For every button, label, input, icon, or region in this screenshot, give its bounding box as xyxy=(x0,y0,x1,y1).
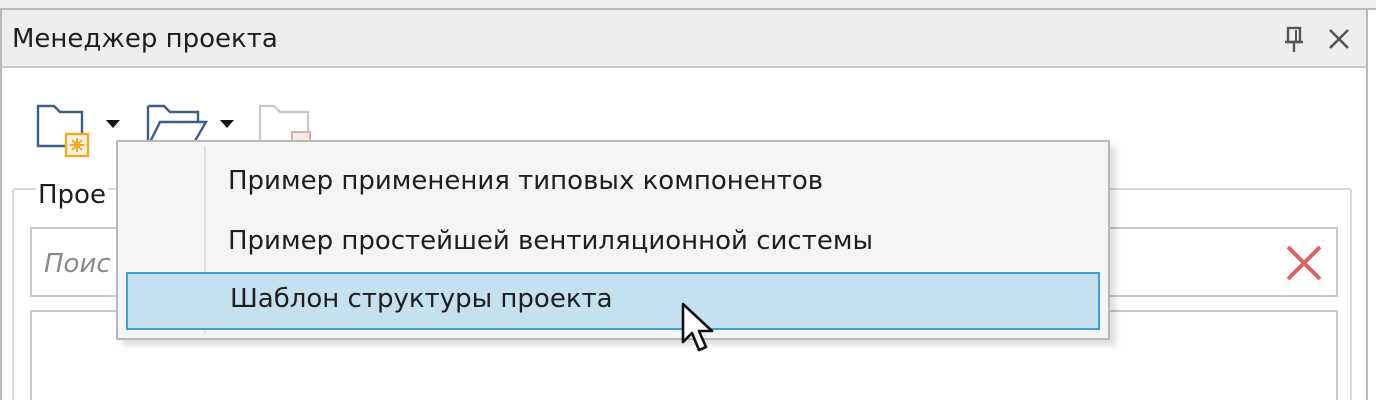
menu-item-label: Пример применения типовых компонентов xyxy=(228,166,824,196)
project-group-label: Прое xyxy=(36,180,108,210)
top-strip xyxy=(0,0,1376,10)
close-icon[interactable] xyxy=(1324,22,1354,54)
menu-item-typical-components[interactable]: Пример применения типовых компонентов xyxy=(126,154,1100,212)
menu-item-ventilation-system[interactable]: Пример простейшей вентиляционной системы xyxy=(126,214,1100,272)
pin-icon[interactable] xyxy=(1280,22,1310,54)
menu-item-label: Шаблон структуры проекта xyxy=(230,284,613,314)
menu-item-label: Пример простейшей вентиляционной системы xyxy=(228,226,873,256)
panel-header: Менеджер проекта xyxy=(2,10,1366,68)
screen: Менеджер проекта Прое Поис Пример примен… xyxy=(0,0,1376,400)
menu-item-project-structure-template[interactable]: Шаблон структуры проекта xyxy=(126,272,1100,330)
clear-search-icon[interactable] xyxy=(1284,243,1324,283)
template-dropdown-menu: Пример применения типовых компонентов Пр… xyxy=(116,140,1110,340)
panel-title: Менеджер проекта xyxy=(12,24,278,54)
mouse-pointer-icon xyxy=(680,302,720,356)
